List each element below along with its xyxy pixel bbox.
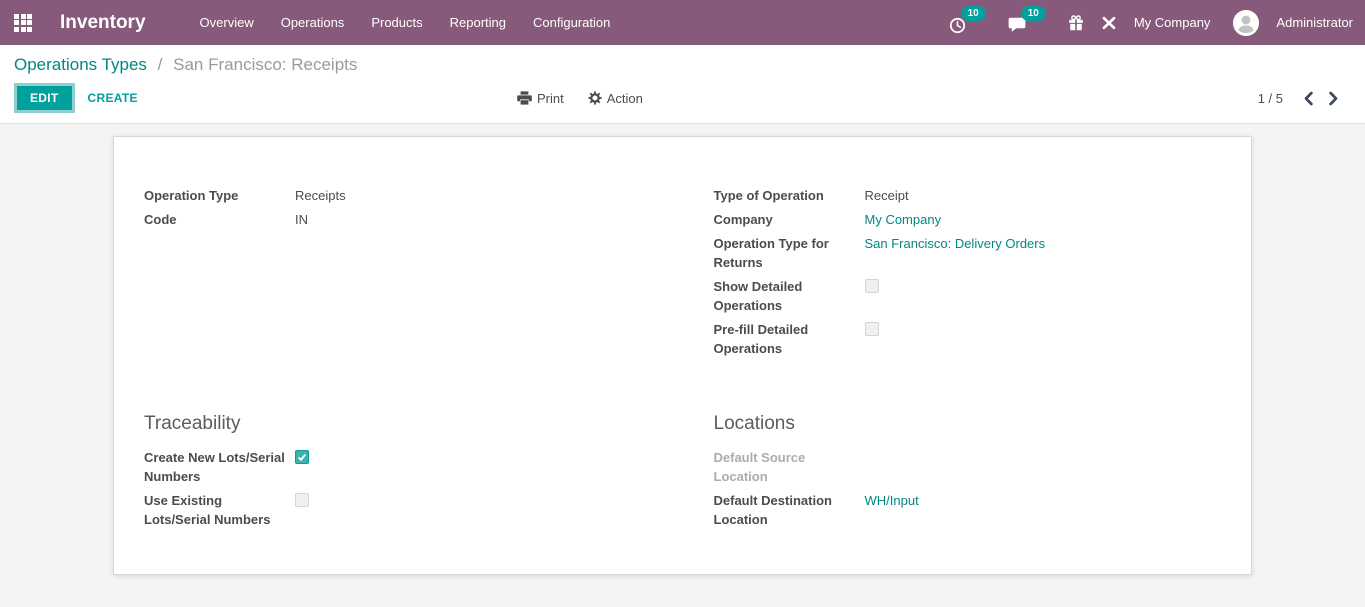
form-group-right: Type of OperationReceiptCompanyMy Compan… (714, 186, 1222, 363)
form-field-row: CodeIN (144, 210, 652, 229)
traceability-fields: Create New Lots/Serial Numbers Use Existi… (144, 448, 652, 529)
menu-item-reporting[interactable]: Reporting (450, 15, 506, 30)
gift-icon (1068, 15, 1084, 31)
field-label: Show Detailed Operations (714, 277, 865, 315)
checkbox-unchecked[interactable] (865, 279, 879, 293)
top-navbar: Inventory Overview Operations Products R… (0, 0, 1365, 45)
field-link[interactable]: San Francisco: Delivery Orders (865, 236, 1046, 251)
field-value: My Company (865, 210, 942, 229)
form-top-group: Operation TypeReceiptsCodeIN Type of Ope… (144, 186, 1221, 363)
gear-icon (588, 91, 602, 105)
checkbox-checked[interactable] (295, 450, 309, 464)
form-view: Operation TypeReceiptsCodeIN Type of Ope… (0, 124, 1365, 575)
pager-next-button[interactable] (1326, 91, 1341, 106)
field-value: WH/Input (865, 491, 919, 529)
form-field-row: Default Source Location (714, 448, 1222, 486)
menu-item-overview[interactable]: Overview (200, 15, 254, 30)
form-field-row: Pre-fill Detailed Operations (714, 320, 1222, 358)
field-label: Type of Operation (714, 186, 865, 205)
print-menu[interactable]: Print (517, 91, 564, 106)
company-switcher[interactable]: My Company (1134, 15, 1211, 30)
message-count-badge: 10 (1021, 6, 1046, 21)
checkbox-unchecked[interactable] (865, 322, 879, 336)
checkbox-unchecked[interactable] (295, 493, 309, 507)
menu-item-products[interactable]: Products (371, 15, 422, 30)
breadcrumb: Operations Types / San Francisco: Receip… (14, 55, 1349, 75)
app-menu: Overview Operations Products Reporting C… (200, 15, 611, 30)
field-label: Create New Lots/Serial Numbers (144, 448, 295, 486)
field-label: Default Destination Location (714, 491, 865, 529)
person-icon (1233, 10, 1259, 36)
activity-count-badge: 10 (961, 6, 986, 21)
form-field-row: Operation Type for ReturnsSan Francisco:… (714, 234, 1222, 272)
form-field-row: Operation TypeReceipts (144, 186, 652, 205)
chevron-left-icon (1303, 91, 1314, 106)
form-field-row: CompanyMy Company (714, 210, 1222, 229)
breadcrumb-current: San Francisco: Receipts (173, 55, 357, 74)
form-field-row: Create New Lots/Serial Numbers (144, 448, 652, 486)
topbar-right-tools: 10 10 (949, 10, 1353, 36)
chevron-right-icon (1328, 91, 1339, 106)
control-panel: Operations Types / San Francisco: Receip… (0, 45, 1365, 124)
pager-previous-button[interactable] (1301, 91, 1316, 106)
inventory-app-page: Inventory Overview Operations Products R… (0, 0, 1365, 575)
form-field-row: Use Existing Lots/Serial Numbers (144, 491, 652, 529)
field-value (295, 448, 309, 486)
activities-button[interactable]: 10 (949, 12, 991, 34)
field-label: Pre-fill Detailed Operations (714, 320, 865, 358)
printer-icon (517, 91, 532, 105)
breadcrumb-separator: / (158, 55, 163, 74)
field-value: San Francisco: Delivery Orders (865, 234, 1046, 272)
field-value: Receipts (295, 186, 346, 205)
field-label: Default Source Location (714, 448, 865, 486)
section-title-locations: Locations (714, 413, 1222, 435)
form-sheet: Operation TypeReceiptsCodeIN Type of Ope… (113, 136, 1252, 575)
pager: 1 / 5 (1258, 91, 1349, 106)
messages-button[interactable]: 10 (1008, 12, 1051, 33)
field-label: Operation Type (144, 186, 295, 205)
form-field-row: Show Detailed Operations (714, 277, 1222, 315)
field-link[interactable]: My Company (865, 212, 942, 227)
app-name[interactable]: Inventory (60, 12, 146, 34)
form-field-row: Default Destination LocationWH/Input (714, 491, 1222, 529)
print-label: Print (537, 91, 564, 106)
pager-value: 1 / 5 (1258, 91, 1283, 106)
form-group-left: Operation TypeReceiptsCodeIN (144, 186, 652, 363)
section-title-traceability: Traceability (144, 413, 652, 435)
action-menu[interactable]: Action (588, 91, 643, 106)
field-label: Company (714, 210, 865, 229)
crossed-tools-icon (1101, 15, 1117, 31)
field-label: Code (144, 210, 295, 229)
avatar[interactable] (1233, 10, 1259, 36)
user-menu[interactable]: Administrator (1276, 15, 1353, 30)
edit-button[interactable]: EDIT (14, 83, 75, 113)
field-link[interactable]: WH/Input (865, 493, 919, 508)
field-label: Operation Type for Returns (714, 234, 865, 272)
form-field-row: Type of OperationReceipt (714, 186, 1222, 205)
locations-fields: Default Source Location Default Destinati… (714, 448, 1222, 529)
field-label: Use Existing Lots/Serial Numbers (144, 491, 295, 529)
section-locations: Locations Default Source LocationDefault… (714, 413, 1222, 534)
tools-button[interactable] (1101, 15, 1117, 31)
gift-button[interactable] (1068, 15, 1084, 31)
create-button[interactable]: CREATE (88, 91, 138, 105)
field-value (295, 491, 309, 529)
field-value: IN (295, 210, 308, 229)
field-value: Receipt (865, 186, 909, 205)
section-traceability: Traceability Create New Lots/Serial Numb… (144, 413, 652, 534)
menu-item-configuration[interactable]: Configuration (533, 15, 610, 30)
field-value (865, 320, 879, 358)
field-value (865, 277, 879, 315)
form-sections-group: Traceability Create New Lots/Serial Numb… (144, 413, 1221, 534)
apps-menu-icon[interactable] (14, 14, 32, 32)
action-label: Action (607, 91, 643, 106)
control-panel-buttons: EDIT CREATE Print (14, 84, 1349, 112)
breadcrumb-parent-link[interactable]: Operations Types (14, 55, 147, 74)
action-menus: Print (517, 91, 643, 106)
menu-item-operations[interactable]: Operations (281, 15, 345, 30)
